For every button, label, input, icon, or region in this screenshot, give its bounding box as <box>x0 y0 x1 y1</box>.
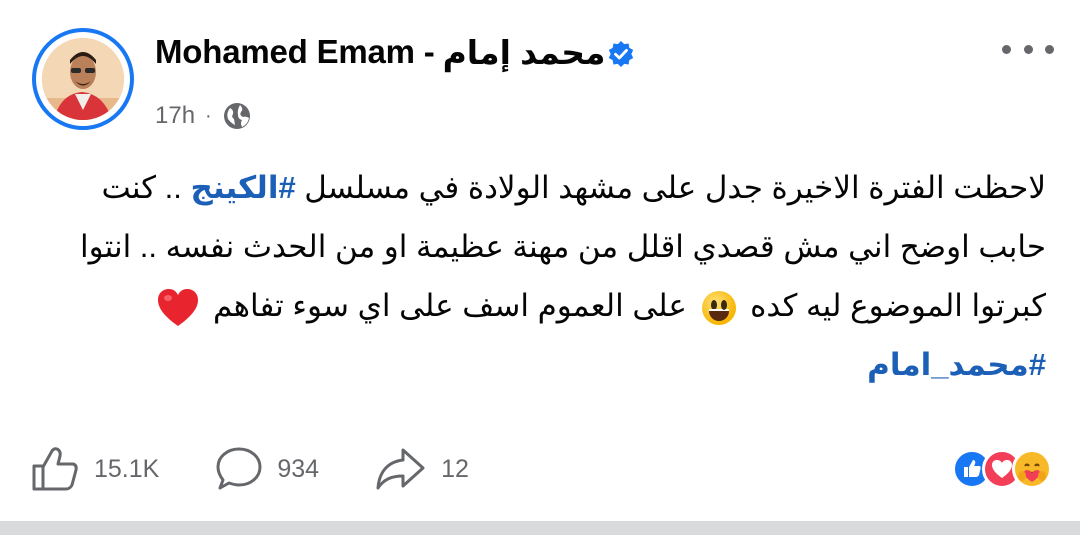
globe-icon <box>222 101 252 131</box>
post-text-line-3: كبرتوا الموضوع ليه كده على العموم اسف عل… <box>36 276 1046 335</box>
post-meta: 17h · <box>155 96 252 136</box>
author-avatar[interactable] <box>32 28 134 130</box>
post-body: لاحظت الفترة الاخيرة جدل على مشهد الولاد… <box>36 158 1046 394</box>
share-button[interactable]: 12 <box>375 446 469 492</box>
post-text-segment: .. كنت <box>101 170 191 205</box>
hashtag-link[interactable]: #الكينج <box>191 170 296 205</box>
like-button[interactable]: 15.1K <box>30 446 159 492</box>
post-time[interactable]: 17h <box>155 102 195 130</box>
comment-bubble-icon <box>216 447 262 490</box>
avatar-photo <box>42 38 124 120</box>
post-actions: 15.1K 934 12 <box>30 444 525 494</box>
author-line: Mohamed Emam - محمد إمام <box>155 30 635 74</box>
meta-separator: · <box>205 104 212 127</box>
care-reaction-icon <box>1012 449 1052 489</box>
post-text-line-1: لاحظت الفترة الاخيرة جدل على مشهد الولاد… <box>36 158 1046 217</box>
grinning-face-emoji <box>701 290 736 325</box>
hashtag-link-2[interactable]: #محمد_امام <box>36 335 1046 394</box>
author-name-en[interactable]: Mohamed Emam - <box>155 33 435 71</box>
like-count: 15.1K <box>94 454 160 483</box>
reactions-summary[interactable] <box>952 444 1052 494</box>
comment-count: 934 <box>277 454 320 483</box>
more-options-icon[interactable] <box>1002 34 1054 64</box>
red-heart-emoji <box>156 288 200 328</box>
verified-badge-icon <box>607 38 635 67</box>
post-text-segment: لاحظت الفترة الاخيرة جدل على مشهد الولاد… <box>295 170 1046 205</box>
share-arrow-icon <box>376 448 425 490</box>
post-text-segment: كبرتوا الموضوع ليه كده <box>741 288 1046 323</box>
post-text-segment: على العموم اسف على اي سوء تفاهم <box>204 288 696 323</box>
post-text-line-2: حابب اوضح اني مش قصدي اقلل من مهنة عظيمة… <box>79 229 1046 264</box>
comment-button[interactable]: 934 <box>215 446 319 492</box>
thumbs-up-icon <box>32 447 78 491</box>
post-divider <box>0 521 1080 535</box>
author-name-ar[interactable]: محمد إمام <box>443 33 606 72</box>
share-count: 12 <box>441 454 469 483</box>
